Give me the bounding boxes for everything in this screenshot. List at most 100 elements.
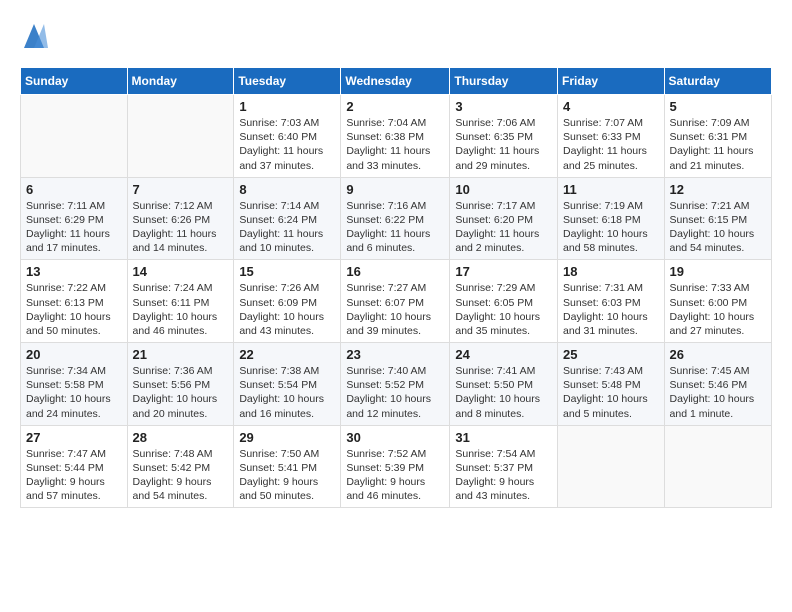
day-info: Sunrise: 7:31 AM Sunset: 6:03 PM Dayligh… xyxy=(563,281,659,338)
day-number: 26 xyxy=(670,347,766,362)
calendar-cell: 16 Sunrise: 7:27 AM Sunset: 6:07 PM Dayli… xyxy=(341,260,450,343)
column-header-monday: Monday xyxy=(127,68,234,95)
calendar-cell: 14 Sunrise: 7:24 AM Sunset: 6:11 PM Dayli… xyxy=(127,260,234,343)
day-info: Sunrise: 7:09 AM Sunset: 6:31 PM Dayligh… xyxy=(670,116,766,173)
day-number: 13 xyxy=(26,264,122,279)
day-number: 22 xyxy=(239,347,335,362)
calendar-cell: 7Sunrise: 7:12 AM Sunset: 6:26 PM Daylig… xyxy=(127,177,234,260)
day-number: 8 xyxy=(239,182,335,197)
page-header xyxy=(20,20,772,52)
day-number: 5 xyxy=(670,99,766,114)
calendar-cell: 5 Sunrise: 7:09 AM Sunset: 6:31 PM Daylig… xyxy=(664,95,771,178)
day-number: 11 xyxy=(563,182,659,197)
column-header-saturday: Saturday xyxy=(664,68,771,95)
calendar-header-row: SundayMondayTuesdayWednesdayThursdayFrid… xyxy=(21,68,772,95)
day-info: Sunrise: 7:38 AM Sunset: 5:54 PM Dayligh… xyxy=(239,364,335,421)
calendar-cell: 31 Sunrise: 7:54 AM Sunset: 5:37 PM Dayli… xyxy=(450,425,558,508)
day-number: 18 xyxy=(563,264,659,279)
day-info: Sunrise: 7:48 AM Sunset: 5:42 PM Dayligh… xyxy=(133,447,229,504)
column-header-tuesday: Tuesday xyxy=(234,68,341,95)
column-header-friday: Friday xyxy=(558,68,665,95)
calendar-cell xyxy=(558,425,665,508)
day-info: Sunrise: 7:36 AM Sunset: 5:56 PM Dayligh… xyxy=(133,364,229,421)
day-info: Sunrise: 7:07 AM Sunset: 6:33 PM Dayligh… xyxy=(563,116,659,173)
day-info: Sunrise: 7:47 AM Sunset: 5:44 PM Dayligh… xyxy=(26,447,122,504)
calendar-cell: 17Sunrise: 7:29 AM Sunset: 6:05 PM Dayli… xyxy=(450,260,558,343)
day-info: Sunrise: 7:11 AM Sunset: 6:29 PM Dayligh… xyxy=(26,199,122,256)
column-header-wednesday: Wednesday xyxy=(341,68,450,95)
day-number: 27 xyxy=(26,430,122,445)
day-number: 15 xyxy=(239,264,335,279)
day-number: 12 xyxy=(670,182,766,197)
calendar-cell: 4 Sunrise: 7:07 AM Sunset: 6:33 PM Daylig… xyxy=(558,95,665,178)
day-number: 16 xyxy=(346,264,444,279)
day-info: Sunrise: 7:03 AM Sunset: 6:40 PM Dayligh… xyxy=(239,116,335,173)
logo-icon xyxy=(20,20,48,52)
day-info: Sunrise: 7:04 AM Sunset: 6:38 PM Dayligh… xyxy=(346,116,444,173)
day-number: 1 xyxy=(239,99,335,114)
calendar-week-1: 1 Sunrise: 7:03 AM Sunset: 6:40 PM Daylig… xyxy=(21,95,772,178)
day-number: 14 xyxy=(133,264,229,279)
day-number: 21 xyxy=(133,347,229,362)
day-info: Sunrise: 7:33 AM Sunset: 6:00 PM Dayligh… xyxy=(670,281,766,338)
day-info: Sunrise: 7:19 AM Sunset: 6:18 PM Dayligh… xyxy=(563,199,659,256)
day-number: 30 xyxy=(346,430,444,445)
calendar-week-5: 27 Sunrise: 7:47 AM Sunset: 5:44 PM Dayli… xyxy=(21,425,772,508)
day-number: 23 xyxy=(346,347,444,362)
calendar-cell: 12 Sunrise: 7:21 AM Sunset: 6:15 PM Dayli… xyxy=(664,177,771,260)
calendar-cell: 21 Sunrise: 7:36 AM Sunset: 5:56 PM Dayli… xyxy=(127,343,234,426)
calendar-cell: 22 Sunrise: 7:38 AM Sunset: 5:54 PM Dayli… xyxy=(234,343,341,426)
calendar-cell: 23 Sunrise: 7:40 AM Sunset: 5:52 PM Dayli… xyxy=(341,343,450,426)
calendar-cell: 13 Sunrise: 7:22 AM Sunset: 6:13 PM Dayli… xyxy=(21,260,128,343)
day-number: 4 xyxy=(563,99,659,114)
day-number: 6 xyxy=(26,182,122,197)
day-info: Sunrise: 7:14 AM Sunset: 6:24 PM Dayligh… xyxy=(239,199,335,256)
day-info: Sunrise: 7:24 AM Sunset: 6:11 PM Dayligh… xyxy=(133,281,229,338)
calendar-cell: 9Sunrise: 7:16 AM Sunset: 6:22 PM Daylig… xyxy=(341,177,450,260)
column-header-sunday: Sunday xyxy=(21,68,128,95)
calendar: SundayMondayTuesdayWednesdayThursdayFrid… xyxy=(20,67,772,508)
calendar-week-3: 13 Sunrise: 7:22 AM Sunset: 6:13 PM Dayli… xyxy=(21,260,772,343)
day-info: Sunrise: 7:29 AM Sunset: 6:05 PM Dayligh… xyxy=(455,281,552,338)
day-number: 24 xyxy=(455,347,552,362)
logo xyxy=(20,20,52,52)
day-number: 20 xyxy=(26,347,122,362)
calendar-cell xyxy=(664,425,771,508)
calendar-cell: 26 Sunrise: 7:45 AM Sunset: 5:46 PM Dayli… xyxy=(664,343,771,426)
day-info: Sunrise: 7:54 AM Sunset: 5:37 PM Dayligh… xyxy=(455,447,552,504)
day-number: 10 xyxy=(455,182,552,197)
day-number: 3 xyxy=(455,99,552,114)
day-info: Sunrise: 7:34 AM Sunset: 5:58 PM Dayligh… xyxy=(26,364,122,421)
day-info: Sunrise: 7:27 AM Sunset: 6:07 PM Dayligh… xyxy=(346,281,444,338)
day-number: 19 xyxy=(670,264,766,279)
day-number: 31 xyxy=(455,430,552,445)
calendar-cell: 15 Sunrise: 7:26 AM Sunset: 6:09 PM Dayli… xyxy=(234,260,341,343)
calendar-cell: 28Sunrise: 7:48 AM Sunset: 5:42 PM Dayli… xyxy=(127,425,234,508)
day-info: Sunrise: 7:52 AM Sunset: 5:39 PM Dayligh… xyxy=(346,447,444,504)
calendar-cell: 30 Sunrise: 7:52 AM Sunset: 5:39 PM Dayli… xyxy=(341,425,450,508)
day-number: 25 xyxy=(563,347,659,362)
day-info: Sunrise: 7:17 AM Sunset: 6:20 PM Dayligh… xyxy=(455,199,552,256)
calendar-cell xyxy=(21,95,128,178)
day-number: 9 xyxy=(346,182,444,197)
calendar-cell: 11 Sunrise: 7:19 AM Sunset: 6:18 PM Dayli… xyxy=(558,177,665,260)
day-info: Sunrise: 7:40 AM Sunset: 5:52 PM Dayligh… xyxy=(346,364,444,421)
calendar-cell: 27 Sunrise: 7:47 AM Sunset: 5:44 PM Dayli… xyxy=(21,425,128,508)
day-info: Sunrise: 7:41 AM Sunset: 5:50 PM Dayligh… xyxy=(455,364,552,421)
day-info: Sunrise: 7:22 AM Sunset: 6:13 PM Dayligh… xyxy=(26,281,122,338)
day-info: Sunrise: 7:06 AM Sunset: 6:35 PM Dayligh… xyxy=(455,116,552,173)
day-info: Sunrise: 7:21 AM Sunset: 6:15 PM Dayligh… xyxy=(670,199,766,256)
calendar-week-4: 20 Sunrise: 7:34 AM Sunset: 5:58 PM Dayli… xyxy=(21,343,772,426)
calendar-cell: 20 Sunrise: 7:34 AM Sunset: 5:58 PM Dayli… xyxy=(21,343,128,426)
day-info: Sunrise: 7:50 AM Sunset: 5:41 PM Dayligh… xyxy=(239,447,335,504)
calendar-cell: 18 Sunrise: 7:31 AM Sunset: 6:03 PM Dayli… xyxy=(558,260,665,343)
day-number: 2 xyxy=(346,99,444,114)
column-header-thursday: Thursday xyxy=(450,68,558,95)
calendar-cell: 8 Sunrise: 7:14 AM Sunset: 6:24 PM Daylig… xyxy=(234,177,341,260)
day-info: Sunrise: 7:26 AM Sunset: 6:09 PM Dayligh… xyxy=(239,281,335,338)
calendar-cell xyxy=(127,95,234,178)
calendar-cell: 29Sunrise: 7:50 AM Sunset: 5:41 PM Dayli… xyxy=(234,425,341,508)
calendar-cell: 25Sunrise: 7:43 AM Sunset: 5:48 PM Dayli… xyxy=(558,343,665,426)
calendar-cell: 3 Sunrise: 7:06 AM Sunset: 6:35 PM Daylig… xyxy=(450,95,558,178)
day-info: Sunrise: 7:45 AM Sunset: 5:46 PM Dayligh… xyxy=(670,364,766,421)
